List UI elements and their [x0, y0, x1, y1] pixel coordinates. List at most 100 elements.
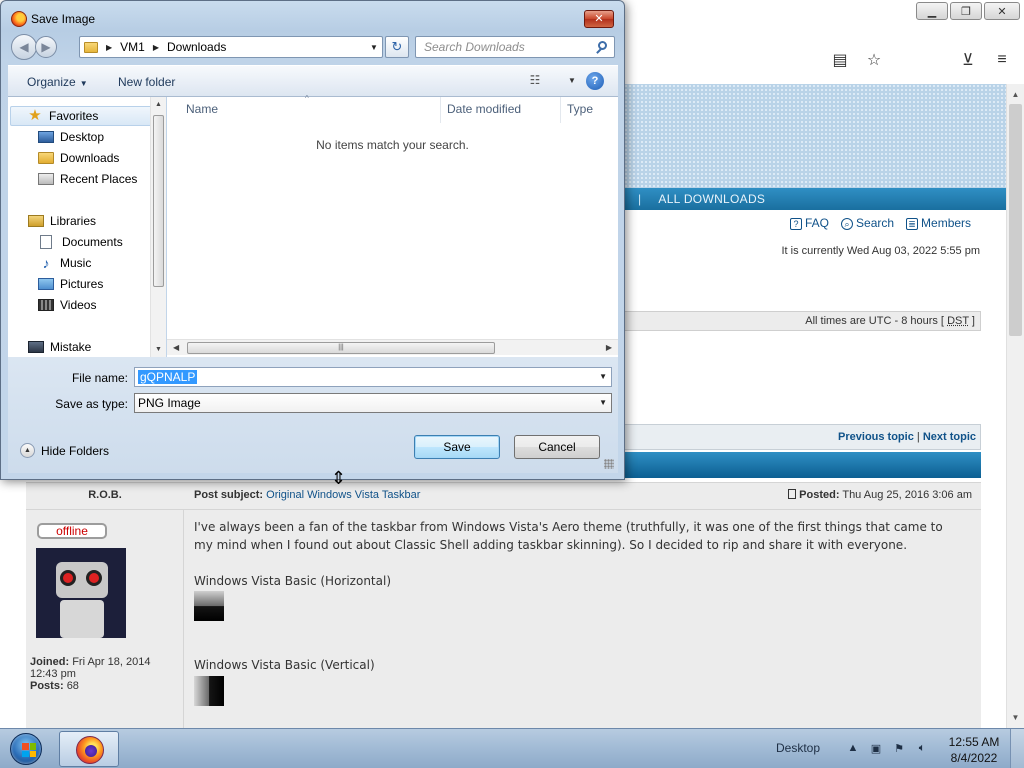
- libraries-label: Libraries: [50, 214, 97, 228]
- cancel-button[interactable]: Cancel: [514, 435, 600, 459]
- breadcrumb-chevron-icon[interactable]: ▶: [106, 43, 112, 52]
- dialog-title: Save Image: [31, 12, 96, 26]
- new-folder-button[interactable]: New folder: [118, 75, 175, 89]
- pocket-icon[interactable]: ⊻: [960, 52, 976, 69]
- empty-message: No items match your search.: [316, 138, 469, 152]
- scroll-thumb[interactable]: [1009, 104, 1022, 336]
- start-button[interactable]: [6, 732, 46, 766]
- change-view-icon[interactable]: ☷: [525, 73, 545, 89]
- post-icon[interactable]: [788, 489, 797, 499]
- members-link[interactable]: ≣ Members: [906, 216, 971, 230]
- refresh-button[interactable]: ↻: [385, 36, 409, 58]
- recent-places-label: Recent Places: [60, 172, 138, 186]
- taskbar-image-horizontal[interactable]: [194, 591, 224, 621]
- restore-button[interactable]: ❐: [950, 2, 982, 20]
- forward-button[interactable]: ▶: [35, 36, 57, 58]
- column-header-name[interactable]: Name: [186, 102, 218, 116]
- search-icon[interactable]: [596, 40, 610, 54]
- dst-abbr: DST: [947, 315, 969, 327]
- sidebar-item-documents[interactable]: Documents: [40, 232, 123, 252]
- recent-places-icon: [38, 173, 54, 185]
- search-link[interactable]: ⌕ Search: [841, 216, 894, 230]
- nav-pane-scrollbar[interactable]: ▲ ▼: [150, 97, 166, 357]
- close-button[interactable]: ✕: [984, 2, 1020, 20]
- sidebar-item-recent-places[interactable]: Recent Places: [38, 169, 137, 189]
- all-downloads-link[interactable]: ALL DOWNLOADS: [658, 192, 765, 206]
- previous-topic-link[interactable]: Previous topic: [838, 431, 914, 443]
- hscroll-thumb[interactable]: |||: [187, 342, 495, 354]
- sidebar-item-downloads[interactable]: Downloads: [38, 148, 119, 168]
- sidebar-item-computer[interactable]: Mistake: [28, 337, 91, 357]
- reader-view-icon[interactable]: ▤: [832, 52, 848, 69]
- forum-nav-bar: | ALL DOWNLOADS: [624, 188, 1006, 210]
- network-icon[interactable]: ▣: [869, 741, 883, 755]
- sidebar-item-videos[interactable]: Videos: [38, 295, 96, 315]
- scroll-up-arrow[interactable]: ▲: [1007, 86, 1024, 103]
- minimize-button[interactable]: ▁: [916, 2, 948, 20]
- save-options-panel: File name: gQPNALP ▼ Save as type: PNG I…: [8, 357, 618, 473]
- column-divider[interactable]: [440, 97, 441, 123]
- nav-scroll-thumb[interactable]: [153, 115, 164, 287]
- address-bar[interactable]: ▶ VM1 ▶ Downloads ▼: [79, 36, 383, 58]
- videos-icon: [38, 299, 54, 311]
- resize-grip[interactable]: [604, 459, 614, 469]
- chevron-down-icon[interactable]: ▼: [568, 76, 576, 85]
- desktop-toolbar-label[interactable]: Desktop: [776, 741, 820, 755]
- file-list-hscrollbar[interactable]: ◀ ||| ▶: [167, 339, 618, 355]
- show-hidden-icons-icon[interactable]: ▲: [846, 741, 860, 755]
- nav-separator: |: [638, 192, 642, 206]
- file-name-field[interactable]: gQPNALP ▼: [134, 367, 612, 387]
- breadcrumb-vm1[interactable]: VM1: [120, 40, 145, 54]
- help-button[interactable]: ?: [586, 72, 604, 90]
- sidebar-item-desktop[interactable]: Desktop: [38, 127, 104, 147]
- file-name-value[interactable]: gQPNALP: [138, 370, 198, 384]
- posts-label: Posts:: [30, 680, 64, 692]
- save-button[interactable]: Save: [414, 435, 500, 459]
- action-center-flag-icon[interactable]: ⚑: [892, 741, 906, 755]
- scroll-left-arrow[interactable]: ◀: [173, 343, 179, 352]
- system-tray: ▲ ▣ ⚑ 🔈︎: [846, 741, 929, 755]
- sidebar-item-favorites[interactable]: ★ Favorites: [10, 106, 152, 126]
- computer-icon: [28, 341, 44, 353]
- faq-label: FAQ: [805, 216, 830, 230]
- system-clock[interactable]: 12:55 AM 8/4/2022: [944, 734, 1004, 766]
- faq-link[interactable]: ? FAQ: [790, 216, 829, 230]
- page-scrollbar[interactable]: ▲ ▼: [1006, 84, 1024, 728]
- sidebar-item-libraries[interactable]: Libraries: [28, 211, 96, 231]
- breadcrumb-chevron-icon[interactable]: ▶: [153, 43, 159, 52]
- taskbar-image-vertical[interactable]: [194, 676, 224, 706]
- chevron-down-icon: ▼: [79, 79, 88, 88]
- scroll-up-arrow[interactable]: ▲: [151, 101, 166, 108]
- taskbar-firefox-button[interactable]: [59, 731, 119, 767]
- scroll-down-arrow[interactable]: ▼: [1007, 709, 1024, 726]
- sidebar-item-music[interactable]: ♪ Music: [38, 253, 92, 273]
- save-as-type-label: Save as type:: [55, 397, 128, 411]
- current-time: It is currently Wed Aug 03, 2022 5:55 pm: [781, 245, 980, 257]
- search-input[interactable]: Search Downloads: [415, 36, 615, 58]
- show-desktop-button[interactable]: [1010, 729, 1024, 768]
- chevron-down-icon[interactable]: ▼: [366, 43, 382, 52]
- column-header-type[interactable]: Type: [567, 102, 593, 116]
- scroll-down-arrow[interactable]: ▼: [151, 346, 166, 353]
- file-list-pane[interactable]: ^ Name Date modified Type No items match…: [167, 94, 618, 357]
- image-caption-vertical: Windows Vista Basic (Vertical): [194, 658, 375, 672]
- search-label: Search: [856, 216, 895, 230]
- next-topic-link[interactable]: Next topic: [923, 431, 976, 443]
- subject-link[interactable]: Original Windows Vista Taskbar: [266, 489, 420, 501]
- bookmark-star-icon[interactable]: ☆: [866, 52, 882, 69]
- breadcrumb-downloads[interactable]: Downloads: [167, 40, 226, 54]
- menu-icon[interactable]: ≡: [994, 51, 1010, 68]
- organize-button[interactable]: Organize ▼: [27, 75, 88, 89]
- column-header-date-modified[interactable]: Date modified: [447, 102, 521, 116]
- volume-icon[interactable]: 🔈︎: [915, 741, 929, 755]
- chevron-down-icon[interactable]: ▼: [599, 398, 607, 407]
- post-author[interactable]: R.O.B.: [26, 489, 184, 501]
- back-button[interactable]: ◀: [11, 34, 37, 60]
- save-as-type-select[interactable]: PNG Image ▼: [134, 393, 612, 413]
- column-divider[interactable]: [560, 97, 561, 123]
- dialog-close-button[interactable]: ✕: [584, 10, 614, 28]
- scroll-right-arrow[interactable]: ▶: [606, 343, 612, 352]
- sidebar-item-pictures[interactable]: Pictures: [38, 274, 103, 294]
- hide-folders-button[interactable]: ▲ Hide Folders: [20, 443, 109, 458]
- chevron-down-icon[interactable]: ▼: [599, 372, 607, 381]
